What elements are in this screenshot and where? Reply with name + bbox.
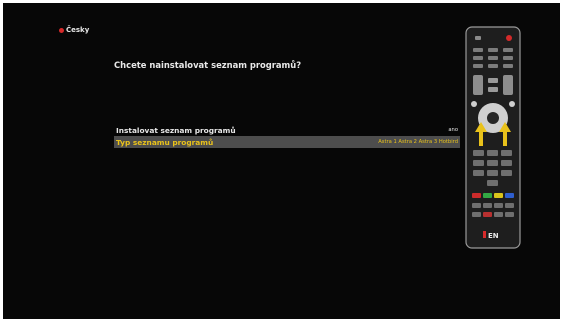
tv-screen: Česky Chcete nainstalovat seznam program… [3, 3, 560, 319]
info-key-icon [488, 87, 498, 92]
green-key-icon [483, 193, 492, 198]
language-flag-icon [59, 27, 64, 33]
menu-item-value: ano [448, 127, 458, 133]
menu-item-install-channel-list[interactable]: Instalovat seznam programů ano [114, 124, 460, 136]
upper-button-grid-icon [473, 48, 513, 68]
menu-key-icon [488, 78, 498, 83]
yellow-key-icon [494, 193, 503, 198]
volume-rocker-icon [473, 75, 483, 95]
menu-item-channel-list-type[interactable]: Typ seznamu programů Astra 1 Astra 2 Ast… [114, 136, 460, 148]
red-key-icon [472, 193, 481, 198]
brand-mark-icon [483, 231, 486, 238]
remote-control-illustration: EN [465, 26, 521, 249]
record-key-icon [483, 212, 492, 217]
back-key-icon [509, 101, 515, 107]
menu-item-label: Instalovat seznam programů [116, 125, 236, 135]
language-label: Česky [66, 26, 90, 34]
channel-rocker-icon [503, 75, 513, 95]
power-button-icon [506, 35, 512, 41]
install-question: Chcete nainstalovat seznam programů? [114, 60, 302, 70]
blue-key-icon [505, 193, 514, 198]
menu-item-label: Typ seznamu programů [116, 137, 214, 147]
exit-key-icon [471, 101, 477, 107]
mute-button-icon [475, 36, 481, 40]
remote-brand-label: EN [488, 232, 499, 240]
menu-item-value: Astra 1 Astra 2 Astra 3 Hotbird [378, 139, 458, 145]
language-indicator: Česky [59, 26, 89, 34]
dpad-ok-icon [487, 112, 499, 124]
install-menu: Instalovat seznam programů ano Typ sezna… [114, 124, 460, 148]
